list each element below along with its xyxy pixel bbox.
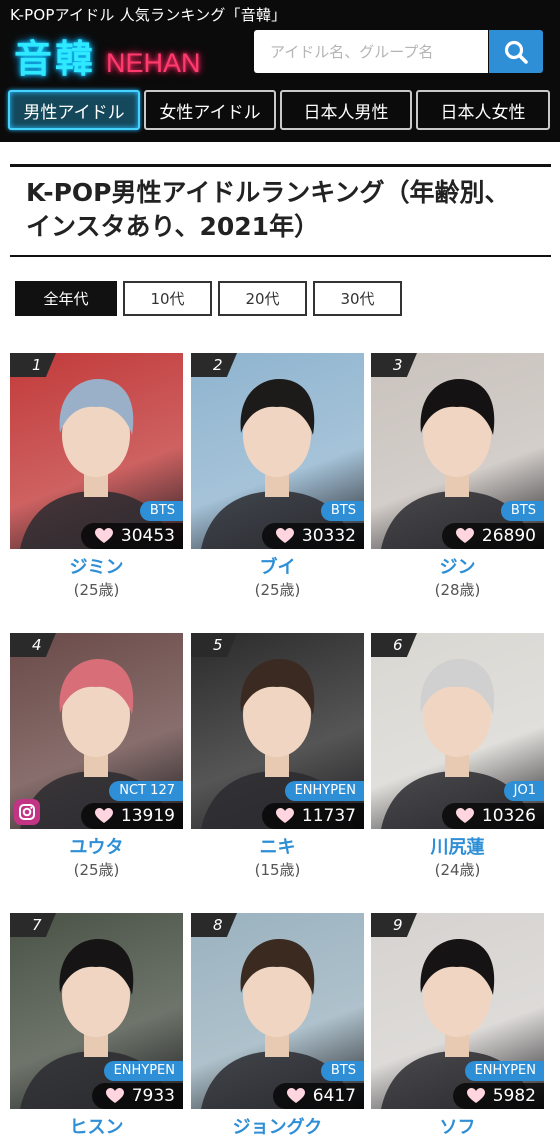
- idol-photo[interactable]: 6 JO1 10326: [371, 633, 544, 829]
- heart-icon: [455, 528, 474, 543]
- group-badge: ENHYPEN: [103, 1061, 183, 1081]
- search-input[interactable]: [254, 30, 488, 73]
- category-nav: 男性アイドル 女性アイドル 日本人男性 日本人女性: [8, 90, 554, 130]
- likes-count[interactable]: 6417: [272, 1083, 364, 1109]
- heart-icon: [275, 528, 294, 543]
- heart-icon: [466, 1088, 485, 1103]
- heart-icon: [455, 808, 474, 823]
- likes-value: 11737: [301, 806, 356, 826]
- likes-value: 13919: [120, 806, 175, 826]
- idol-age: (25歳): [73, 861, 120, 879]
- idol-age: (28歳): [434, 581, 481, 599]
- likes-count[interactable]: 30332: [261, 523, 364, 549]
- likes-value: 30332: [301, 526, 356, 546]
- heart-icon: [105, 1088, 124, 1103]
- idol-photo[interactable]: 1 BTS 30453: [10, 353, 183, 549]
- age-filter-30s[interactable]: 30代: [313, 281, 402, 316]
- group-badge: BTS: [139, 501, 183, 521]
- search-icon: [504, 40, 528, 64]
- idol-card[interactable]: 5 ENHYPEN 11737 ニキ (15歳): [191, 633, 364, 883]
- idol-photo[interactable]: 5 ENHYPEN 11737: [191, 633, 364, 829]
- group-badge: ENHYPEN: [284, 781, 364, 801]
- group-badge: NCT 127: [109, 781, 183, 801]
- idol-name[interactable]: ブイ: [191, 553, 364, 579]
- idol-name[interactable]: ジョングク: [191, 1113, 364, 1137]
- likes-count[interactable]: 7933: [91, 1083, 183, 1109]
- site-header: K-POPアイドル 人気ランキング「音韓」 音韓 NEHAN 男性アイドル 女性…: [0, 0, 560, 142]
- title-bottom-rule: [10, 255, 551, 257]
- idol-photo[interactable]: 8 BTS 6417: [191, 913, 364, 1109]
- idol-name[interactable]: ジン: [371, 553, 544, 579]
- likes-count[interactable]: 11737: [261, 803, 364, 829]
- idol-photo[interactable]: 4 NCT 127 13919: [10, 633, 183, 829]
- idol-name[interactable]: ユウタ: [10, 833, 183, 859]
- instagram-icon[interactable]: [14, 799, 40, 825]
- idol-photo[interactable]: 9 ENHYPEN 5982: [371, 913, 544, 1109]
- page-title: K-POP男性アイドルランキング（年齢別、インスタあり、2021年）: [26, 178, 510, 241]
- likes-value: 6417: [312, 1086, 356, 1106]
- idol-name[interactable]: ジミン: [10, 553, 183, 579]
- idol-photo[interactable]: 7 ENHYPEN 7933: [10, 913, 183, 1109]
- heart-icon: [275, 808, 294, 823]
- likes-count[interactable]: 13919: [80, 803, 183, 829]
- idol-age: (15歳): [254, 861, 301, 879]
- age-filter-20s[interactable]: 20代: [218, 281, 307, 316]
- logo-english: NEHAN: [106, 48, 201, 78]
- site-logo[interactable]: 音韓 NEHAN: [14, 28, 201, 81]
- idol-card[interactable]: 9 ENHYPEN 5982 ソフ: [371, 913, 544, 1137]
- age-filter-all[interactable]: 全年代: [15, 281, 117, 316]
- tab-female-idols[interactable]: 女性アイドル: [144, 90, 276, 130]
- tab-male-idols[interactable]: 男性アイドル: [8, 90, 140, 130]
- likes-value: 5982: [492, 1086, 536, 1106]
- idol-card[interactable]: 6 JO1 10326 川尻蓮 (24歳): [371, 633, 544, 883]
- idol-age: (25歳): [73, 581, 120, 599]
- heart-icon: [286, 1088, 305, 1103]
- age-filter: 全年代 10代 20代 30代: [15, 281, 402, 316]
- idol-age: (25歳): [254, 581, 301, 599]
- likes-value: 30453: [120, 526, 175, 546]
- title-top-rule: [10, 164, 551, 167]
- idol-card[interactable]: 8 BTS 6417 ジョングク: [191, 913, 364, 1137]
- likes-count[interactable]: 5982: [452, 1083, 544, 1109]
- group-badge: ENHYPEN: [464, 1061, 544, 1081]
- idol-name[interactable]: ニキ: [191, 833, 364, 859]
- group-badge: BTS: [500, 501, 544, 521]
- idol-name[interactable]: 川尻蓮: [371, 833, 544, 859]
- group-badge: JO1: [503, 781, 544, 801]
- likes-value: 26890: [481, 526, 536, 546]
- likes-count[interactable]: 26890: [441, 523, 544, 549]
- idol-card[interactable]: 7 ENHYPEN 7933 ヒスン: [10, 913, 183, 1137]
- group-badge: BTS: [320, 501, 364, 521]
- idol-card[interactable]: 2 BTS 30332 ブイ (25歳): [191, 353, 364, 603]
- idol-name[interactable]: ヒスン: [10, 1113, 183, 1137]
- heart-icon: [94, 528, 113, 543]
- idol-age: (24歳): [434, 861, 481, 879]
- logo-japanese: 音韓: [14, 37, 97, 81]
- heart-icon: [94, 808, 113, 823]
- likes-value: 10326: [481, 806, 536, 826]
- idol-photo[interactable]: 3 BTS 26890: [371, 353, 544, 549]
- likes-value: 7933: [131, 1086, 175, 1106]
- idol-name[interactable]: ソフ: [371, 1113, 544, 1137]
- idol-photo[interactable]: 2 BTS 30332: [191, 353, 364, 549]
- age-filter-10s[interactable]: 10代: [123, 281, 212, 316]
- search-button[interactable]: [489, 30, 543, 73]
- likes-count[interactable]: 30453: [80, 523, 183, 549]
- idol-card[interactable]: 3 BTS 26890 ジン (28歳): [371, 353, 544, 603]
- idol-card[interactable]: 1 BTS 30453 ジミン (25歳): [10, 353, 183, 603]
- site-tagline: K-POPアイドル 人気ランキング「音韓」: [10, 6, 287, 24]
- likes-count[interactable]: 10326: [441, 803, 544, 829]
- group-badge: BTS: [320, 1061, 364, 1081]
- tab-japanese-female[interactable]: 日本人女性: [416, 90, 550, 130]
- idol-card[interactable]: 4 NCT 127 13919 ユウタ (25歳): [10, 633, 183, 883]
- tab-japanese-male[interactable]: 日本人男性: [280, 90, 412, 130]
